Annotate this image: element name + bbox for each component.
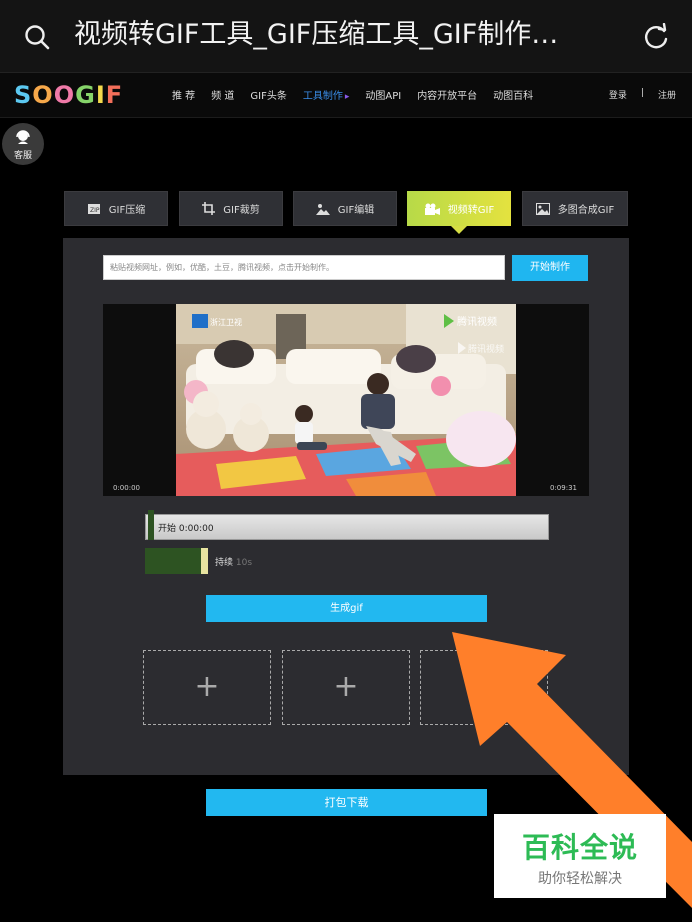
edit-image-icon [315, 203, 330, 215]
tab-label: GIF编辑 [337, 205, 375, 216]
nav-recommend[interactable]: 推 荐 [172, 87, 195, 102]
nav-links: 推 荐 频 道 GIF头条 工具制作 动图API 内容开放平台 动图百科 [172, 87, 549, 102]
search-icon[interactable] [24, 24, 50, 50]
watermark-subtitle: 助你轻松解决 [538, 871, 622, 887]
nav-api[interactable]: 动图API [365, 87, 401, 102]
tab-gif-crop[interactable]: GIF裁剪 [179, 191, 283, 226]
tab-gif-compress[interactable]: ZIP GIF压缩 [64, 191, 168, 226]
tab-label: 视频转GIF [447, 205, 495, 216]
nav-channel[interactable]: 频 道 [211, 87, 234, 102]
duration-label: 持续 10s [215, 555, 252, 568]
channel-logo-text: 浙江卫视 [210, 317, 242, 327]
nav-open-platform[interactable]: 内容开放平台 [417, 87, 477, 102]
start-time-handle[interactable] [148, 510, 154, 540]
download-all-button[interactable]: 打包下载 [206, 789, 487, 816]
page-title: 视频转GIF工具_GIF压缩工具_GIF制作… [74, 19, 559, 50]
video-to-gif-panel: 粘贴视频网址，例如，优酷，土豆，腾讯视频，点击开始制作。 开始制作 浙江卫视 腾… [63, 238, 629, 775]
video-frame: 浙江卫视 腾讯视频 腾讯视频 [176, 304, 516, 496]
tab-gif-edit[interactable]: GIF编辑 [293, 191, 397, 226]
customer-service-label: 客服 [13, 151, 32, 161]
duration-bar [145, 548, 201, 574]
auth-separator: | [640, 88, 644, 98]
nav-tools[interactable]: 工具制作 [303, 87, 350, 102]
logo-letter: I [95, 81, 105, 109]
reload-icon[interactable] [642, 23, 670, 51]
browser-toolbar: 视频转GIF工具_GIF压缩工具_GIF制作… [0, 0, 692, 73]
generate-gif-button[interactable]: 生成gif [206, 595, 487, 622]
start-time-slider[interactable]: 开始 0:00:00 [145, 510, 549, 540]
crop-icon [202, 202, 216, 215]
site-logo[interactable]: S O O G I F [14, 80, 122, 110]
svg-text:ZIP: ZIP [90, 207, 100, 214]
login-link[interactable]: 登录 [609, 88, 627, 101]
gif-slot[interactable]: + [282, 650, 410, 725]
video-url-input[interactable]: 粘贴视频网址，例如，优酷，土豆，腾讯视频，点击开始制作。 [103, 255, 505, 280]
auth-links: 登录 | 注册 [609, 88, 676, 101]
video-camera-icon [424, 203, 440, 215]
tab-label: GIF裁剪 [223, 205, 260, 216]
duration-label-text: 持续 [215, 557, 234, 568]
duration-slider[interactable]: 持续 10s [145, 548, 252, 574]
register-link[interactable]: 注册 [658, 88, 676, 101]
zip-icon: ZIP [87, 203, 100, 214]
start-button[interactable]: 开始制作 [512, 255, 588, 281]
duration-value: 10s [235, 557, 253, 568]
logo-letter: F [105, 81, 123, 109]
duration-handle[interactable] [201, 548, 208, 574]
logo-letter: G [75, 81, 95, 109]
customer-service-button[interactable]: 客服 [2, 123, 44, 165]
nav-gif-headlines[interactable]: GIF头条 [250, 87, 286, 102]
tab-label: GIF压缩 [108, 205, 146, 216]
start-time-label: 开始 0:00:00 [158, 524, 214, 534]
logo-letter: O [32, 81, 53, 109]
watermark-text: 腾讯视频 [468, 343, 504, 355]
site-watermark: 百科全说 助你轻松解决 [494, 814, 666, 898]
site-nav: S O O G I F 推 荐 频 道 GIF头条 工具制作 动图API 内容开… [0, 73, 692, 118]
logo-letter: O [53, 81, 75, 109]
tab-label: 多图合成GIF [557, 205, 615, 216]
video-time-start: 0:00:00 [113, 484, 140, 492]
tool-tabs: ZIP GIF压缩 GIF裁剪 GIF编辑 视频转GIF 多图合成GIF [64, 191, 630, 234]
tab-video-to-gif[interactable]: 视频转GIF [407, 191, 511, 234]
gif-slot[interactable]: + [143, 650, 271, 725]
tab-multi-image-gif[interactable]: 多图合成GIF [522, 191, 628, 226]
watermark-title: 百科全说 [521, 831, 638, 864]
headset-icon [16, 130, 30, 144]
video-preview[interactable]: 浙江卫视 腾讯视频 腾讯视频 0:00:00 0:09:31 [103, 304, 589, 496]
nav-wiki[interactable]: 动图百科 [493, 87, 533, 102]
image-icon [535, 202, 550, 215]
gif-slot[interactable]: + [420, 650, 548, 725]
watermark-text: 腾讯视频 [457, 315, 497, 328]
video-time-end: 0:09:31 [550, 484, 577, 492]
logo-letter: S [14, 81, 32, 109]
